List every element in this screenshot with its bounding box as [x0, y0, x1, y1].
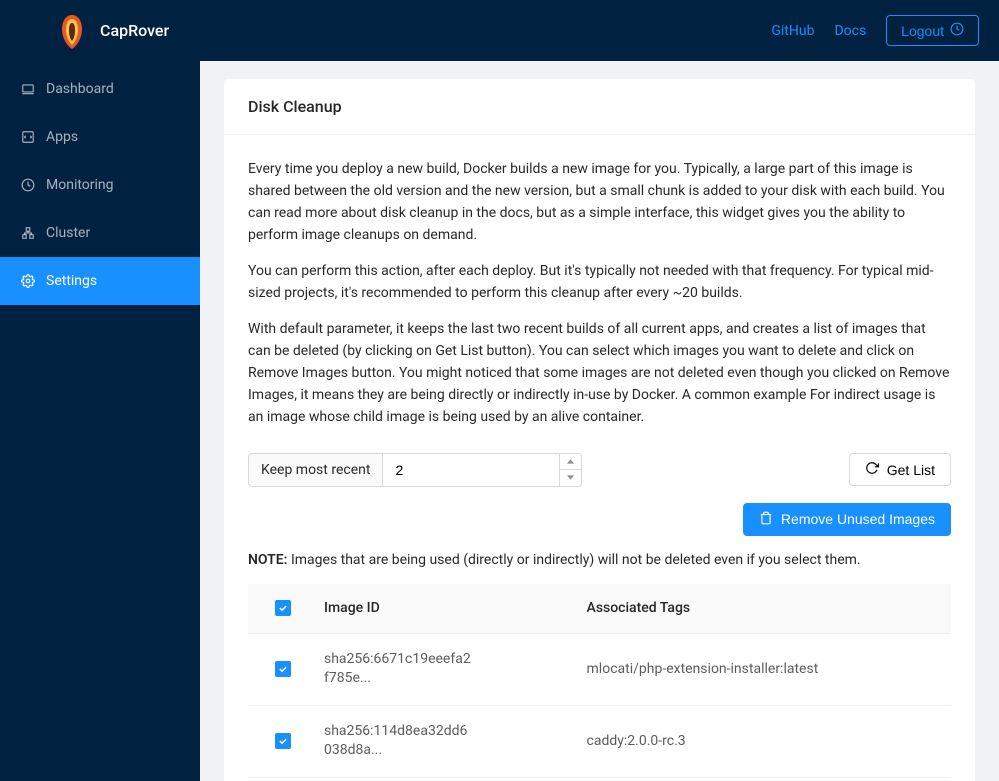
row-checkbox[interactable]	[275, 733, 291, 749]
cluster-icon	[20, 225, 36, 241]
tags-cell: mlocati/php-extension-installer:latest	[571, 633, 951, 705]
sidebar: Dashboard Apps Monitoring Cluster Settin…	[0, 61, 200, 781]
app-header: CapRover GitHub Docs Logout	[0, 0, 999, 61]
sidebar-item-cluster[interactable]: Cluster	[0, 209, 200, 257]
image-id-header: Image ID	[308, 584, 571, 634]
select-all-checkbox[interactable]	[275, 600, 291, 616]
sidebar-item-label: Apps	[46, 129, 78, 145]
content-area: Disk Cleanup Every time you deploy a new…	[200, 61, 999, 781]
table-row: sha256:114d8ea32dd6038d8a... caddy:2.0.0…	[248, 705, 951, 777]
sidebar-item-label: Monitoring	[46, 177, 114, 193]
get-list-button[interactable]: Get List	[849, 453, 951, 486]
sync-icon	[865, 461, 879, 478]
paragraph-3: With default parameter, it keeps the las…	[248, 319, 951, 429]
keep-recent-input-group: Keep most recent	[248, 453, 582, 487]
note-body: Images that are being used (directly or …	[287, 552, 860, 568]
sidebar-item-settings[interactable]: Settings	[0, 257, 200, 305]
header-left: CapRover	[56, 11, 169, 51]
disk-cleanup-card: Disk Cleanup Every time you deploy a new…	[224, 79, 975, 781]
sidebar-item-label: Dashboard	[46, 81, 114, 97]
row-checkbox[interactable]	[275, 661, 291, 677]
logout-icon	[950, 22, 964, 39]
card-header: Disk Cleanup	[224, 79, 975, 135]
table-header-row: Image ID Associated Tags	[248, 584, 951, 634]
dashboard-icon	[20, 177, 36, 193]
paragraph-2: You can perform this action, after each …	[248, 261, 951, 305]
sidebar-item-monitoring[interactable]: Monitoring	[0, 161, 200, 209]
logout-label: Logout	[901, 23, 944, 39]
github-link[interactable]: GitHub	[771, 23, 814, 39]
remove-unused-images-button[interactable]: Remove Unused Images	[743, 503, 951, 536]
card-title: Disk Cleanup	[248, 97, 951, 116]
logout-button[interactable]: Logout	[886, 15, 979, 46]
note-label: NOTE:	[248, 552, 287, 568]
sidebar-item-label: Cluster	[46, 225, 90, 241]
sidebar-item-dashboard[interactable]: Dashboard	[0, 65, 200, 113]
code-icon	[20, 129, 36, 145]
table-row: sha256:6671c19eeefa2f785e... mlocati/php…	[248, 633, 951, 705]
laptop-icon	[20, 81, 36, 97]
trash-icon	[759, 511, 773, 528]
select-all-header	[248, 584, 308, 634]
stepper-down-button[interactable]	[560, 470, 581, 486]
docs-link[interactable]: Docs	[834, 23, 866, 39]
keep-recent-input[interactable]	[382, 453, 582, 487]
get-list-label: Get List	[887, 462, 935, 478]
stepper-up-button[interactable]	[560, 454, 581, 471]
controls-row: Keep most recent	[248, 453, 951, 487]
remove-label: Remove Unused Images	[781, 511, 935, 527]
tags-header: Associated Tags	[571, 584, 951, 634]
remove-button-row: Remove Unused Images	[248, 503, 951, 536]
caprover-logo	[56, 11, 88, 51]
number-steppers	[559, 454, 581, 486]
image-id-cell: sha256:114d8ea32dd6038d8a...	[324, 722, 474, 761]
note-text: NOTE: Images that are being used (direct…	[248, 552, 951, 568]
sidebar-item-label: Settings	[46, 273, 97, 289]
image-id-cell: sha256:6671c19eeefa2f785e...	[324, 650, 474, 689]
sidebar-item-apps[interactable]: Apps	[0, 113, 200, 161]
card-body: Every time you deploy a new build, Docke…	[224, 135, 975, 781]
keep-recent-label: Keep most recent	[248, 453, 382, 487]
number-input-wrapper	[382, 453, 582, 487]
header-right: GitHub Docs Logout	[771, 15, 979, 46]
app-title: CapRover	[100, 21, 169, 40]
tags-cell: caddy:2.0.0-rc.3	[571, 705, 951, 777]
gear-icon	[20, 273, 36, 289]
paragraph-1: Every time you deploy a new build, Docke…	[248, 159, 951, 247]
images-table: Image ID Associated Tags sha256:6671c19e…	[248, 584, 951, 778]
